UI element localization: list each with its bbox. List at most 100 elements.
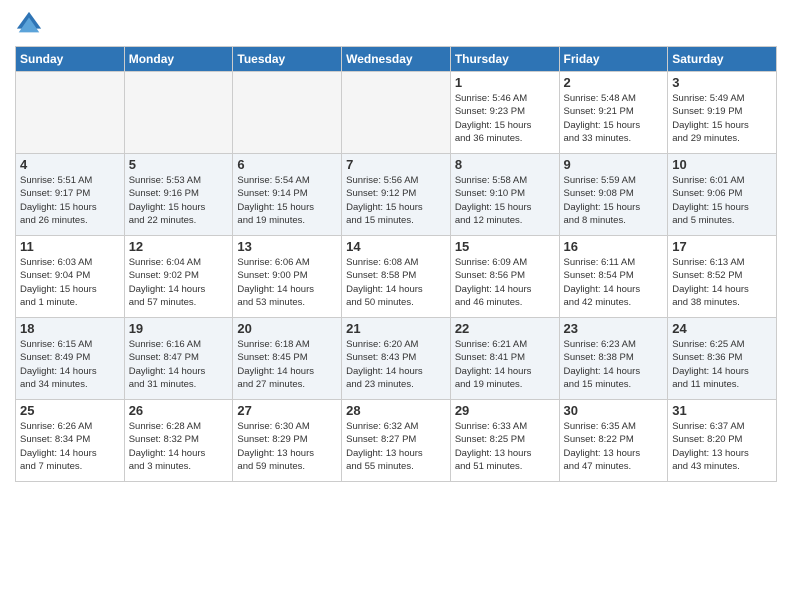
calendar-cell: 13 Sunrise: 6:06 AM Sunset: 9:00 PM Dayli… [233, 236, 342, 318]
calendar-cell: 1 Sunrise: 5:46 AM Sunset: 9:23 PM Daylig… [450, 72, 559, 154]
day-number: 31 [672, 403, 772, 418]
day-info: Sunrise: 6:21 AM Sunset: 8:41 PM Dayligh… [455, 338, 555, 391]
calendar-cell [124, 72, 233, 154]
day-number: 2 [564, 75, 664, 90]
calendar-cell: 10 Sunrise: 6:01 AM Sunset: 9:06 PM Dayli… [668, 154, 777, 236]
calendar-cell: 20Sunrise: 6:18 AM Sunset: 8:45 PM Dayli… [233, 318, 342, 400]
calendar-cell: 23Sunrise: 6:23 AM Sunset: 8:38 PM Dayli… [559, 318, 668, 400]
day-number: 1 [455, 75, 555, 90]
day-number: 5 [129, 157, 229, 172]
day-number: 7 [346, 157, 446, 172]
day-number: 12 [129, 239, 229, 254]
day-number: 3 [672, 75, 772, 90]
calendar-cell: 7 Sunrise: 5:56 AM Sunset: 9:12 PM Daylig… [342, 154, 451, 236]
calendar-cell: 5 Sunrise: 5:53 AM Sunset: 9:16 PM Daylig… [124, 154, 233, 236]
calendar-cell: 11 Sunrise: 6:03 AM Sunset: 9:04 PM Dayli… [16, 236, 125, 318]
day-info: Sunrise: 6:20 AM Sunset: 8:43 PM Dayligh… [346, 338, 446, 391]
day-info: Sunrise: 6:08 AM Sunset: 8:58 PM Dayligh… [346, 256, 446, 309]
day-number: 14 [346, 239, 446, 254]
day-info: Sunrise: 6:37 AM Sunset: 8:20 PM Dayligh… [672, 420, 772, 473]
day-number: 6 [237, 157, 337, 172]
calendar-cell: 30Sunrise: 6:35 AM Sunset: 8:22 PM Dayli… [559, 400, 668, 482]
calendar-cell [16, 72, 125, 154]
calendar-cell: 4Sunrise: 5:51 AM Sunset: 9:17 PM Daylig… [16, 154, 125, 236]
calendar-cell: 22 Sunrise: 6:21 AM Sunset: 8:41 PM Dayli… [450, 318, 559, 400]
header-row: SundayMondayTuesdayWednesdayThursdayFrid… [16, 47, 777, 72]
day-number: 21 [346, 321, 446, 336]
calendar-cell: 31 Sunrise: 6:37 AM Sunset: 8:20 PM Dayli… [668, 400, 777, 482]
calendar-week-row: 1 Sunrise: 5:46 AM Sunset: 9:23 PM Daylig… [16, 72, 777, 154]
day-info: Sunrise: 6:28 AM Sunset: 8:32 PM Dayligh… [129, 420, 229, 473]
day-info: Sunrise: 5:48 AM Sunset: 9:21 PM Dayligh… [564, 92, 664, 145]
day-number: 9 [564, 157, 664, 172]
calendar-week-row: 25Sunrise: 6:26 AM Sunset: 8:34 PM Dayli… [16, 400, 777, 482]
day-number: 23 [564, 321, 664, 336]
day-number: 19 [129, 321, 229, 336]
day-number: 24 [672, 321, 772, 336]
day-info: Sunrise: 6:06 AM Sunset: 9:00 PM Dayligh… [237, 256, 337, 309]
day-info: Sunrise: 5:51 AM Sunset: 9:17 PM Dayligh… [20, 174, 120, 227]
day-info: Sunrise: 5:53 AM Sunset: 9:16 PM Dayligh… [129, 174, 229, 227]
calendar-cell: 29 Sunrise: 6:33 AM Sunset: 8:25 PM Dayli… [450, 400, 559, 482]
day-info: Sunrise: 6:04 AM Sunset: 9:02 PM Dayligh… [129, 256, 229, 309]
calendar-week-row: 4Sunrise: 5:51 AM Sunset: 9:17 PM Daylig… [16, 154, 777, 236]
day-number: 15 [455, 239, 555, 254]
calendar-cell: 24 Sunrise: 6:25 AM Sunset: 8:36 PM Dayli… [668, 318, 777, 400]
calendar-cell: 2 Sunrise: 5:48 AM Sunset: 9:21 PM Daylig… [559, 72, 668, 154]
calendar-cell: 12 Sunrise: 6:04 AM Sunset: 9:02 PM Dayli… [124, 236, 233, 318]
calendar-header: SundayMondayTuesdayWednesdayThursdayFrid… [16, 47, 777, 72]
day-number: 16 [564, 239, 664, 254]
day-number: 22 [455, 321, 555, 336]
weekday-header: Saturday [668, 47, 777, 72]
day-info: Sunrise: 6:01 AM Sunset: 9:06 PM Dayligh… [672, 174, 772, 227]
day-number: 28 [346, 403, 446, 418]
day-info: Sunrise: 5:59 AM Sunset: 9:08 PM Dayligh… [564, 174, 664, 227]
day-number: 20 [237, 321, 337, 336]
logo-icon [15, 10, 43, 38]
day-info: Sunrise: 6:26 AM Sunset: 8:34 PM Dayligh… [20, 420, 120, 473]
day-number: 26 [129, 403, 229, 418]
calendar-body: 1 Sunrise: 5:46 AM Sunset: 9:23 PM Daylig… [16, 72, 777, 482]
day-info: Sunrise: 5:58 AM Sunset: 9:10 PM Dayligh… [455, 174, 555, 227]
weekday-header: Sunday [16, 47, 125, 72]
calendar-cell: 16 Sunrise: 6:11 AM Sunset: 8:54 PM Dayli… [559, 236, 668, 318]
calendar-week-row: 11 Sunrise: 6:03 AM Sunset: 9:04 PM Dayli… [16, 236, 777, 318]
day-info: Sunrise: 6:25 AM Sunset: 8:36 PM Dayligh… [672, 338, 772, 391]
day-info: Sunrise: 6:33 AM Sunset: 8:25 PM Dayligh… [455, 420, 555, 473]
day-number: 17 [672, 239, 772, 254]
day-info: Sunrise: 5:46 AM Sunset: 9:23 PM Dayligh… [455, 92, 555, 145]
day-number: 8 [455, 157, 555, 172]
day-number: 10 [672, 157, 772, 172]
day-info: Sunrise: 6:15 AM Sunset: 8:49 PM Dayligh… [20, 338, 120, 391]
day-info: Sunrise: 5:56 AM Sunset: 9:12 PM Dayligh… [346, 174, 446, 227]
day-number: 11 [20, 239, 120, 254]
day-info: Sunrise: 6:32 AM Sunset: 8:27 PM Dayligh… [346, 420, 446, 473]
weekday-header: Wednesday [342, 47, 451, 72]
weekday-header: Friday [559, 47, 668, 72]
calendar-cell: 3 Sunrise: 5:49 AM Sunset: 9:19 PM Daylig… [668, 72, 777, 154]
day-number: 13 [237, 239, 337, 254]
calendar-cell: 15 Sunrise: 6:09 AM Sunset: 8:56 PM Dayli… [450, 236, 559, 318]
calendar-cell: 14 Sunrise: 6:08 AM Sunset: 8:58 PM Dayli… [342, 236, 451, 318]
day-info: Sunrise: 5:54 AM Sunset: 9:14 PM Dayligh… [237, 174, 337, 227]
day-info: Sunrise: 6:09 AM Sunset: 8:56 PM Dayligh… [455, 256, 555, 309]
weekday-header: Tuesday [233, 47, 342, 72]
calendar-cell: 6 Sunrise: 5:54 AM Sunset: 9:14 PM Daylig… [233, 154, 342, 236]
calendar-cell: 8 Sunrise: 5:58 AM Sunset: 9:10 PM Daylig… [450, 154, 559, 236]
day-info: Sunrise: 6:11 AM Sunset: 8:54 PM Dayligh… [564, 256, 664, 309]
day-info: Sunrise: 6:03 AM Sunset: 9:04 PM Dayligh… [20, 256, 120, 309]
day-number: 18 [20, 321, 120, 336]
weekday-header: Monday [124, 47, 233, 72]
day-info: Sunrise: 5:49 AM Sunset: 9:19 PM Dayligh… [672, 92, 772, 145]
calendar-cell [233, 72, 342, 154]
day-info: Sunrise: 6:13 AM Sunset: 8:52 PM Dayligh… [672, 256, 772, 309]
calendar-week-row: 18 Sunrise: 6:15 AM Sunset: 8:49 PM Dayli… [16, 318, 777, 400]
calendar-cell: 18 Sunrise: 6:15 AM Sunset: 8:49 PM Dayli… [16, 318, 125, 400]
calendar-cell: 25Sunrise: 6:26 AM Sunset: 8:34 PM Dayli… [16, 400, 125, 482]
calendar-cell: 21 Sunrise: 6:20 AM Sunset: 8:43 PM Dayli… [342, 318, 451, 400]
day-info: Sunrise: 6:16 AM Sunset: 8:47 PM Dayligh… [129, 338, 229, 391]
day-number: 29 [455, 403, 555, 418]
logo [15, 10, 47, 38]
calendar-cell: 9 Sunrise: 5:59 AM Sunset: 9:08 PM Daylig… [559, 154, 668, 236]
page-container: SundayMondayTuesdayWednesdayThursdayFrid… [0, 0, 792, 487]
